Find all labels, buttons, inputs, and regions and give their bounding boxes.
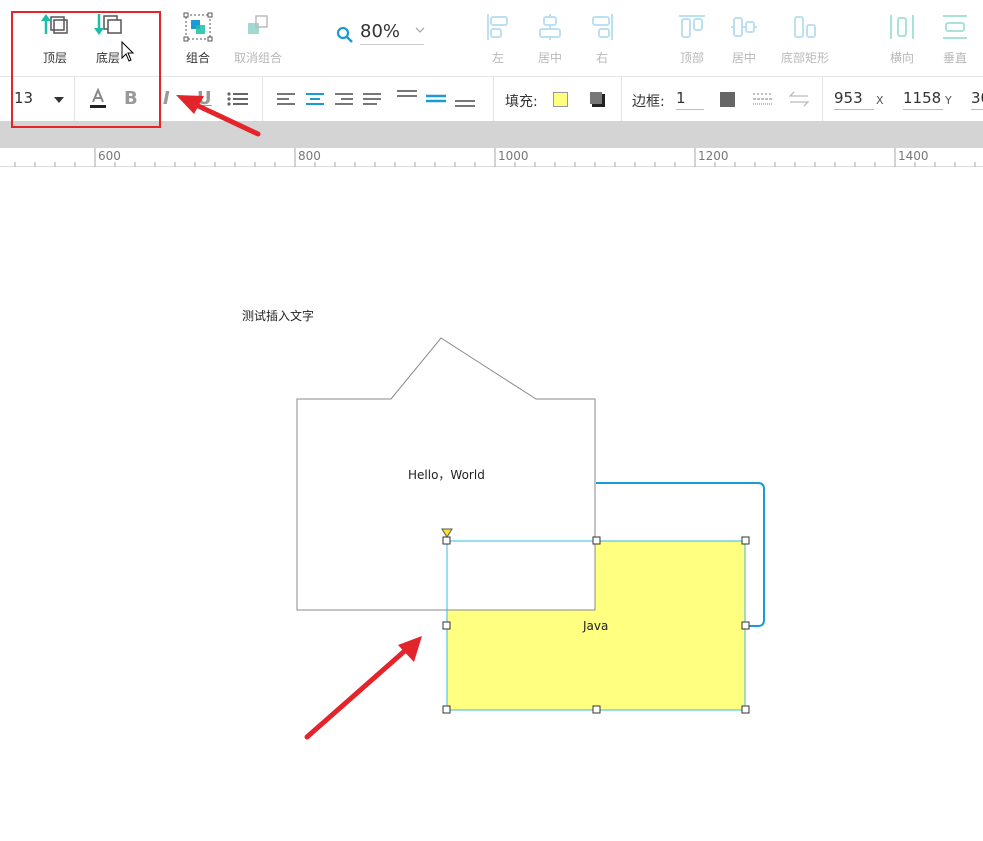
distribute-vertical-label: 垂直 (942, 51, 967, 65)
border-style-icon[interactable] (752, 91, 774, 107)
distribute-vertical-button[interactable]: 垂直 (925, 10, 983, 70)
align-bottom-label: 底部矩形 (780, 51, 829, 65)
ruler-label: 600 (98, 149, 121, 163)
ungroup-icon (248, 15, 268, 34)
rectangle-text: Java (583, 619, 609, 633)
align-left-icon (487, 14, 508, 40)
align-center-icon (539, 14, 561, 40)
align-top-label: 顶部 (679, 51, 704, 65)
group-label: 组合 (185, 51, 210, 65)
border-width-input[interactable]: 1 (676, 89, 704, 110)
text-align-right-icon[interactable] (334, 91, 354, 107)
drawing-canvas[interactable]: 测试插入文字 Hello，World Java (0, 167, 983, 841)
align-middle-button[interactable]: 居中 (714, 10, 774, 70)
align-middle-icon (731, 17, 757, 37)
bullet-list-icon[interactable] (227, 91, 249, 107)
align-top-button[interactable]: 顶部 (662, 10, 722, 70)
align-bottom-icon (794, 16, 816, 38)
align-right-icon (592, 14, 613, 40)
ruler-label: 1200 (698, 149, 729, 163)
align-top-icon (679, 15, 705, 38)
distribute-horizontal-label: 横向 (889, 51, 914, 65)
distribute-horizontal-button[interactable]: 横向 (872, 10, 932, 70)
house-shape-text: Hello，World (408, 468, 485, 482)
y-position-input[interactable]: 1158 (903, 89, 943, 110)
distribute-horizontal-icon (890, 15, 914, 39)
vertical-align-middle-icon[interactable] (425, 89, 447, 109)
x-unit-label: X (876, 94, 884, 107)
divider (621, 77, 622, 121)
align-right-label: 右 (595, 51, 608, 65)
text-align-center-icon[interactable] (305, 91, 325, 107)
fill-label: 填充: (505, 94, 538, 110)
inserted-text[interactable]: 测试插入文字 (242, 307, 314, 324)
chevron-down-icon[interactable] (414, 26, 426, 34)
resize-handle[interactable] (741, 621, 750, 630)
group-icon (183, 12, 213, 42)
vertical-align-bottom-icon[interactable] (454, 89, 476, 109)
divider (493, 77, 494, 121)
width-input[interactable]: 30 (971, 89, 983, 110)
align-left-label: 左 (491, 51, 504, 65)
search-icon (336, 26, 353, 43)
y-unit-label: Y (945, 94, 952, 107)
align-right-button[interactable]: 右 (572, 10, 632, 70)
ungroup-button[interactable]: 取消组合 (228, 10, 288, 70)
fill-color-swatch[interactable] (553, 92, 568, 107)
resize-handle[interactable] (741, 705, 750, 714)
ungroup-label: 取消组合 (233, 51, 282, 65)
ruler-label: 1400 (898, 149, 929, 163)
align-center-button[interactable]: 居中 (520, 10, 580, 70)
group-button[interactable]: 组合 (168, 10, 228, 70)
resize-handle[interactable] (442, 536, 451, 545)
underline-button[interactable]: U (197, 88, 212, 109)
resize-handle[interactable] (592, 536, 601, 545)
annotation-highlight-box (11, 11, 161, 128)
resize-handle[interactable] (741, 536, 750, 545)
resize-handle[interactable] (442, 705, 451, 714)
text-align-left-icon[interactable] (276, 91, 296, 107)
canvas-shapes (296, 337, 765, 714)
border-label: 边框: (632, 94, 665, 110)
align-left-button[interactable]: 左 (468, 10, 528, 70)
arrow-style-icon[interactable] (789, 91, 809, 107)
vertical-align-top-icon[interactable] (396, 89, 418, 109)
border-color-swatch[interactable] (720, 92, 735, 107)
align-center-label: 居中 (537, 51, 562, 65)
align-middle-label: 居中 (731, 51, 756, 65)
x-position-input[interactable]: 953 (834, 89, 874, 110)
distribute-vertical-icon (943, 15, 967, 39)
align-bottom-button[interactable]: 底部矩形 (774, 10, 836, 70)
ruler-ticks (14, 148, 976, 167)
resize-handle[interactable] (442, 621, 451, 630)
divider (262, 77, 263, 121)
divider (822, 77, 823, 121)
italic-button[interactable]: I (163, 88, 170, 109)
text-justify-icon[interactable] (362, 91, 382, 107)
resize-handle[interactable] (592, 705, 601, 714)
ruler-label: 800 (298, 149, 321, 163)
zoom-control[interactable]: 80% (334, 20, 426, 48)
shadow-icon[interactable] (589, 91, 606, 108)
horizontal-ruler: 600 800 1000 1200 1400 (0, 148, 983, 167)
ruler-label: 1000 (498, 149, 529, 163)
